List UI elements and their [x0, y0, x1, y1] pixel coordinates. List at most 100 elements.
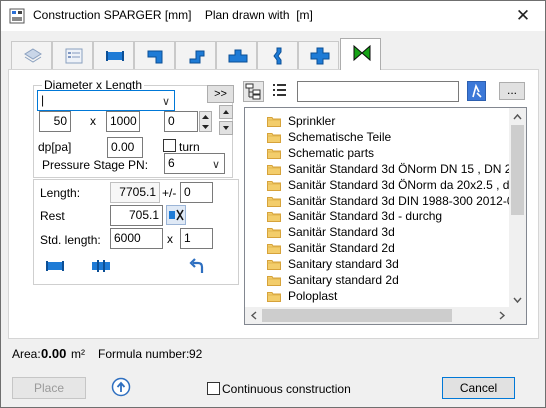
folder-icon	[267, 291, 281, 302]
place-button[interactable]: Place	[12, 377, 86, 399]
tree-structure-icon	[245, 83, 261, 100]
pressure-label: Pressure Stage PN:	[42, 158, 149, 172]
tree-item-label: Poloplast	[288, 288, 338, 303]
length-field[interactable]: 1000	[106, 111, 140, 132]
arrow-down-icon	[223, 126, 229, 130]
undo-icon	[189, 258, 204, 273]
filter-button[interactable]	[467, 81, 486, 101]
tree-item-label: Sanitary standard 3d	[288, 257, 399, 272]
folder-icon	[267, 148, 281, 159]
continuous-label: Continuous construction	[222, 382, 351, 396]
folder-icon	[267, 276, 281, 286]
library-tree[interactable]: Sprinkler Schematische Teile Schematic par…	[244, 107, 527, 325]
vertical-scrollbar[interactable]	[509, 108, 526, 309]
tab-reducer[interactable]	[257, 41, 298, 69]
list-view-button[interactable]	[270, 81, 291, 102]
tab-straight[interactable]	[93, 41, 134, 69]
turn-checkbox[interactable]	[163, 139, 176, 152]
valve-icon	[353, 44, 371, 62]
arrow-up-icon	[223, 110, 229, 114]
count-spinner[interactable]	[199, 111, 212, 132]
reducer-duct-icon	[273, 47, 282, 65]
scroll-left-icon	[250, 311, 257, 320]
folder-icon	[267, 244, 281, 255]
cut-pipe-icon	[169, 209, 184, 221]
dp-field[interactable]: 0.00	[107, 137, 143, 158]
tab-valve[interactable]	[340, 38, 381, 70]
tab-form[interactable]	[52, 41, 93, 69]
cut-button[interactable]	[166, 205, 186, 225]
std-length-label: Std. length:	[40, 233, 101, 247]
scroll-down-icon	[513, 297, 522, 304]
dp-label: dp[pa]	[38, 140, 72, 154]
search-input[interactable]	[297, 81, 459, 102]
rest-field[interactable]: 705.1	[110, 205, 163, 226]
diameter-field[interactable]: 50	[39, 111, 71, 132]
count-field[interactable]: 0	[164, 111, 198, 132]
spinner-down-icon	[202, 125, 209, 129]
pipe-coupling-button[interactable]	[91, 258, 113, 278]
down-button[interactable]	[219, 121, 233, 135]
tree-item-label: Sanitär Standard 3d - durchg	[288, 209, 443, 224]
continuous-checkbox[interactable]	[207, 382, 220, 395]
tree-item-label: Schematic parts	[288, 145, 375, 160]
area-value: 0.00	[41, 346, 67, 361]
spinner-up-icon	[202, 115, 209, 119]
chevron-down-icon: ∨	[161, 96, 170, 108]
dialog-window: Construction SPARGER [mm] Plan drawn wit…	[0, 0, 546, 408]
window-title: Construction SPARGER [mm] Plan drawn wit…	[33, 8, 313, 22]
folder-icon	[267, 228, 281, 239]
tab-branch[interactable]	[216, 41, 257, 69]
std-length-field[interactable]: 6000	[110, 228, 163, 249]
filter-icon	[472, 83, 482, 98]
pressure-dropdown[interactable]: 6 ∨	[164, 153, 225, 174]
area-unit: m²	[71, 347, 85, 361]
vertical-scroll-thumb[interactable]	[511, 125, 524, 215]
up-button[interactable]	[219, 105, 233, 119]
pipe-segment-icon	[46, 261, 64, 271]
undo-button[interactable]	[188, 258, 210, 278]
tab-cross[interactable]	[298, 41, 339, 69]
more-button[interactable]: ...	[499, 82, 525, 100]
tab-offset[interactable]	[175, 41, 216, 69]
folder-icon	[267, 117, 281, 127]
close-icon[interactable]: ✕	[501, 1, 545, 31]
tolerance-field[interactable]: 0	[180, 182, 213, 203]
folder-icon	[267, 196, 281, 207]
cross-fitting-icon	[310, 47, 330, 65]
tolerance-sign: +/-	[162, 186, 177, 200]
folder-icon	[267, 180, 281, 191]
pipe-button[interactable]	[45, 258, 67, 278]
layers-icon	[24, 48, 42, 63]
tree-item-label: Sanitär Standard 3d ÖNorm DN 15 , DN 20	[288, 161, 519, 176]
horizontal-scroll-thumb[interactable]	[262, 309, 452, 322]
horizontal-scrollbar[interactable]	[245, 307, 511, 324]
length-label: Length:	[40, 186, 81, 200]
tree-view-button[interactable]	[243, 81, 264, 102]
diameter-dropdown[interactable]: | ∨	[37, 90, 175, 111]
tree-item-label: Sanitär Standard 3d ÖNorm da 20x2.5 , da…	[288, 177, 527, 192]
form-list-icon	[65, 48, 83, 64]
times-sign: x	[90, 114, 96, 128]
scroll-corner	[509, 307, 526, 324]
cancel-button[interactable]: Cancel	[442, 377, 515, 399]
tab-layers[interactable]	[11, 41, 52, 69]
tab-elbow[interactable]	[134, 41, 175, 69]
scroll-up-icon	[513, 113, 522, 120]
expand-button[interactable]: >>	[207, 85, 234, 103]
length-value: 7705.1	[110, 182, 160, 203]
tree-item-label: Sanitary standard 2d	[288, 273, 399, 287]
folder-icon	[267, 132, 281, 143]
std-count-field[interactable]: 1	[180, 228, 213, 249]
help-button[interactable]	[111, 377, 131, 397]
title-bar: Construction SPARGER [mm] Plan drawn wit…	[1, 1, 545, 31]
pipe-coupling-icon	[92, 260, 110, 272]
straight-duct-icon	[106, 51, 124, 61]
std-times-sign: x	[167, 232, 173, 246]
tree-item-label: Sprinkler	[288, 114, 336, 128]
offset-duct-icon	[189, 50, 205, 64]
formula-label: Formula number:	[98, 347, 190, 361]
chevron-down-icon: ∨	[211, 159, 220, 171]
pressure-value: 6	[168, 156, 175, 170]
rest-label: Rest	[40, 209, 65, 223]
